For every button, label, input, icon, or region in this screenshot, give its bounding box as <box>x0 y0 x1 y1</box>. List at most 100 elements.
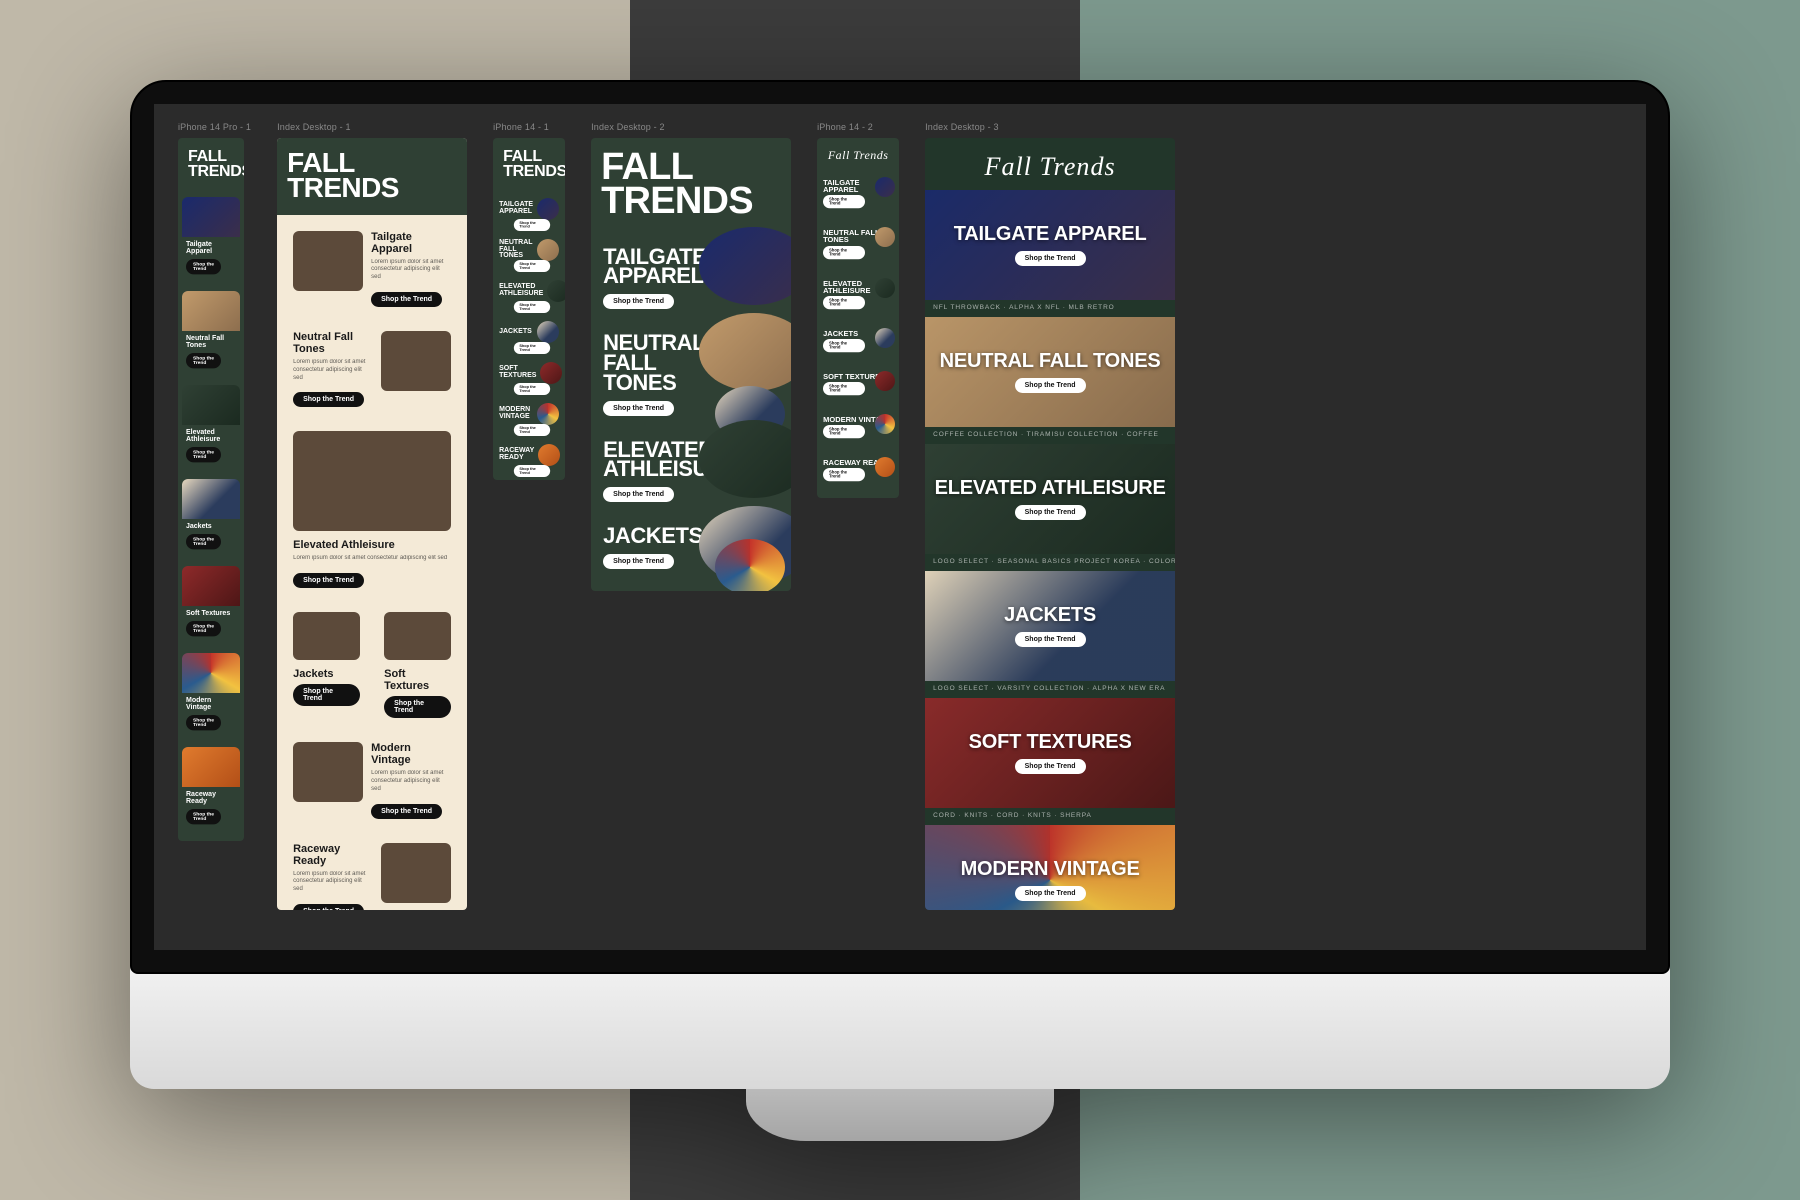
shop-trend-button[interactable]: Shop the Trend <box>186 809 221 824</box>
artboard-desktop-3[interactable]: Fall Trends TAILGATE APPAREL Shop the Tr… <box>925 138 1175 910</box>
shop-trend-button[interactable]: Shop the Trend <box>186 447 221 462</box>
shop-trend-button[interactable]: Shop the Trend <box>603 487 674 502</box>
artboard-iphone-2[interactable]: Fall Trends TAILGATE APPAREL Shop the Tr… <box>817 138 899 498</box>
shop-trend-button[interactable]: Shop the Trend <box>603 554 674 569</box>
trend-section[interactable]: TAILGATE APPAREL Shop the Trend <box>591 233 791 320</box>
design-canvas[interactable]: iPhone 14 Pro - 1FALLTRENDS Tailgate App… <box>154 104 1646 950</box>
trend-row[interactable]: JACKETS Shop the Trend <box>817 326 899 369</box>
trend-row[interactable]: RACEWAYREADY Shop the Trend <box>493 439 565 480</box>
trend-image <box>875 278 895 298</box>
trend-row[interactable]: JACKETS Shop the Trend <box>493 316 565 357</box>
shop-trend-button[interactable]: Shop the Trend <box>1015 378 1086 393</box>
trend-image <box>875 227 895 247</box>
trend-card[interactable]: Raceway Ready Shop the Trend <box>182 747 240 837</box>
trend-row[interactable]: TAILGATEAPPAREL Shop the Trend <box>493 193 565 234</box>
trend-row[interactable]: MODERNVINTAGE Shop the Trend <box>493 398 565 439</box>
trend-image <box>293 231 363 291</box>
shop-trend-button[interactable]: Shop the Trend <box>823 382 865 395</box>
shop-trend-button[interactable]: Shop the Trend <box>823 339 865 352</box>
trend-card[interactable]: JacketsShop the Trend <box>285 604 368 726</box>
shop-trend-button[interactable]: Shop the Trend <box>514 219 550 231</box>
trend-name: ELEVATED ATHLEISURE <box>935 479 1166 497</box>
trend-block[interactable]: JACKETS Shop the Trend <box>925 571 1175 681</box>
trend-image <box>875 328 895 348</box>
trend-row[interactable]: SOFT TEXTURES Shop the Trend <box>817 369 899 412</box>
shop-trend-button[interactable]: Shop the Trend <box>823 246 865 259</box>
shop-trend-button[interactable]: Shop the Trend <box>293 684 360 706</box>
trend-name: MODERNVINTAGE <box>499 407 533 420</box>
trend-block[interactable]: MODERN VINTAGE Shop the Trend <box>925 825 1175 910</box>
trend-row[interactable]: TAILGATE APPAREL Shop the Trend <box>817 175 899 225</box>
shop-trend-button[interactable]: Shop the Trend <box>371 292 442 307</box>
artboard-iphone-pro-1[interactable]: FALLTRENDS Tailgate Apparel Shop the Tre… <box>178 138 244 841</box>
trend-image <box>182 385 240 425</box>
shop-trend-button[interactable]: Shop the Trend <box>1015 886 1086 901</box>
shop-trend-button[interactable]: Shop the Trend <box>514 260 550 272</box>
shop-trend-button[interactable]: Shop the Trend <box>186 259 221 274</box>
shop-trend-button[interactable]: Shop the Trend <box>1015 505 1086 520</box>
trend-card[interactable]: Modern Vintage Lorem ipsum dolor sit ame… <box>285 734 459 826</box>
trend-card[interactable]: Tailgate Apparel Shop the Trend <box>182 197 240 287</box>
trend-row[interactable]: ELEVATED ATHLEISURE Shop the Trend <box>817 276 899 326</box>
shop-trend-button[interactable]: Shop the Trend <box>514 301 550 313</box>
imac-mockup: iPhone 14 Pro - 1FALLTRENDS Tailgate App… <box>130 80 1670 1120</box>
shop-trend-button[interactable]: Shop the Trend <box>293 573 364 588</box>
shop-trend-button[interactable]: Shop the Trend <box>186 353 221 368</box>
trend-image <box>293 612 360 660</box>
frame-label: Index Desktop - 2 <box>591 122 791 132</box>
trend-card[interactable]: Neutral Fall Tones Lorem ipsum dolor sit… <box>285 323 459 415</box>
shop-trend-button[interactable]: Shop the Trend <box>293 904 364 910</box>
trend-image <box>537 321 559 343</box>
trend-name: Soft Textures <box>182 606 240 619</box>
trend-section[interactable]: JACKETS Shop the Trend <box>591 512 791 579</box>
trend-card[interactable]: Jackets Shop the Trend <box>182 479 240 562</box>
trend-row[interactable]: SOFTTEXTURES Shop the Trend <box>493 357 565 398</box>
shop-trend-button[interactable]: Shop the Trend <box>1015 632 1086 647</box>
trend-block[interactable]: NEUTRAL FALL TONES Shop the Trend <box>925 317 1175 427</box>
shop-trend-button[interactable]: Shop the Trend <box>603 401 674 416</box>
trend-row[interactable]: MODERN VINTAGE Shop the Trend <box>817 412 899 455</box>
shop-trend-button[interactable]: Shop the Trend <box>384 696 451 718</box>
shop-trend-button[interactable]: Shop the Trend <box>514 383 550 395</box>
trend-row[interactable]: NEUTRAL FALL TONES Shop the Trend <box>817 225 899 275</box>
shop-trend-button[interactable]: Shop the Trend <box>514 342 550 354</box>
artboard-iphone-1[interactable]: FALLTRENDS TAILGATEAPPAREL Shop the Tren… <box>493 138 565 480</box>
trend-section[interactable]: NEUTRAL FALL TONES Shop the Trend <box>591 319 791 425</box>
hero-title: Fall Trends <box>817 138 899 175</box>
shop-trend-button[interactable]: Shop the Trend <box>823 425 865 438</box>
trend-block[interactable]: TAILGATE APPAREL Shop the Trend <box>925 190 1175 300</box>
shop-trend-button[interactable]: Shop the Trend <box>1015 759 1086 774</box>
trend-card[interactable]: Elevated Athleisure Shop the Trend <box>182 385 240 475</box>
shop-trend-button[interactable]: Shop the Trend <box>293 392 364 407</box>
trend-row[interactable]: RACEWAY READY Shop the Trend <box>817 455 899 498</box>
trend-card[interactable]: Tailgate Apparel Lorem ipsum dolor sit a… <box>285 223 459 315</box>
shop-trend-button[interactable]: Shop the Trend <box>186 534 221 549</box>
trend-card[interactable]: Raceway Ready Lorem ipsum dolor sit amet… <box>285 835 459 911</box>
trend-card[interactable]: Soft Textures Shop the Trend <box>182 566 240 649</box>
trend-card[interactable]: Elevated Athleisure Lorem ipsum dolor si… <box>285 423 459 596</box>
shop-trend-button[interactable]: Shop the Trend <box>823 468 865 481</box>
shop-trend-button[interactable]: Shop the Trend <box>371 804 442 819</box>
trend-block[interactable]: ELEVATED ATHLEISURE Shop the Trend <box>925 444 1175 554</box>
trend-section[interactable]: ELEVATED ATHLEISURE Shop the Trend <box>591 426 791 513</box>
shop-trend-button[interactable]: Shop the Trend <box>186 715 221 730</box>
shop-trend-button[interactable]: Shop the Trend <box>823 296 865 309</box>
trend-name: RACEWAYREADY <box>499 448 534 461</box>
shop-trend-button[interactable]: Shop the Trend <box>823 195 865 208</box>
artboard-desktop-2[interactable]: FALLTRENDS TAILGATE APPAREL Shop the Tre… <box>591 138 791 591</box>
trend-block[interactable]: SOFT TEXTURES Shop the Trend <box>925 698 1175 808</box>
collection-strip: LOGO SELECT · SEASONAL BASICS PROJECT KO… <box>925 554 1175 569</box>
shop-trend-button[interactable]: Shop the Trend <box>514 424 550 436</box>
trend-card[interactable]: Soft TexturesShop the Trend <box>376 604 459 726</box>
shop-trend-button[interactable]: Shop the Trend <box>514 465 550 477</box>
artboard-desktop-1[interactable]: FALLTRENDS Tailgate Apparel Lorem ipsum … <box>277 138 467 910</box>
trend-card[interactable]: Modern Vintage Shop the Trend <box>182 653 240 743</box>
collection-strip: CORD · KNITS · CORD · KNITS · SHERPA <box>925 808 1175 823</box>
trend-card[interactable]: Neutral Fall Tones Shop the Trend <box>182 291 240 381</box>
trend-row[interactable]: NEUTRALFALLTONES Shop the Trend <box>493 234 565 275</box>
shop-trend-button[interactable]: Shop the Trend <box>603 294 674 309</box>
collection-strip: COFFEE COLLECTION · TIRAMISU COLLECTION … <box>925 427 1175 442</box>
shop-trend-button[interactable]: Shop the Trend <box>1015 251 1086 266</box>
trend-row[interactable]: ELEVATEDATHLEISURE Shop the Trend <box>493 275 565 316</box>
shop-trend-button[interactable]: Shop the Trend <box>186 621 221 636</box>
